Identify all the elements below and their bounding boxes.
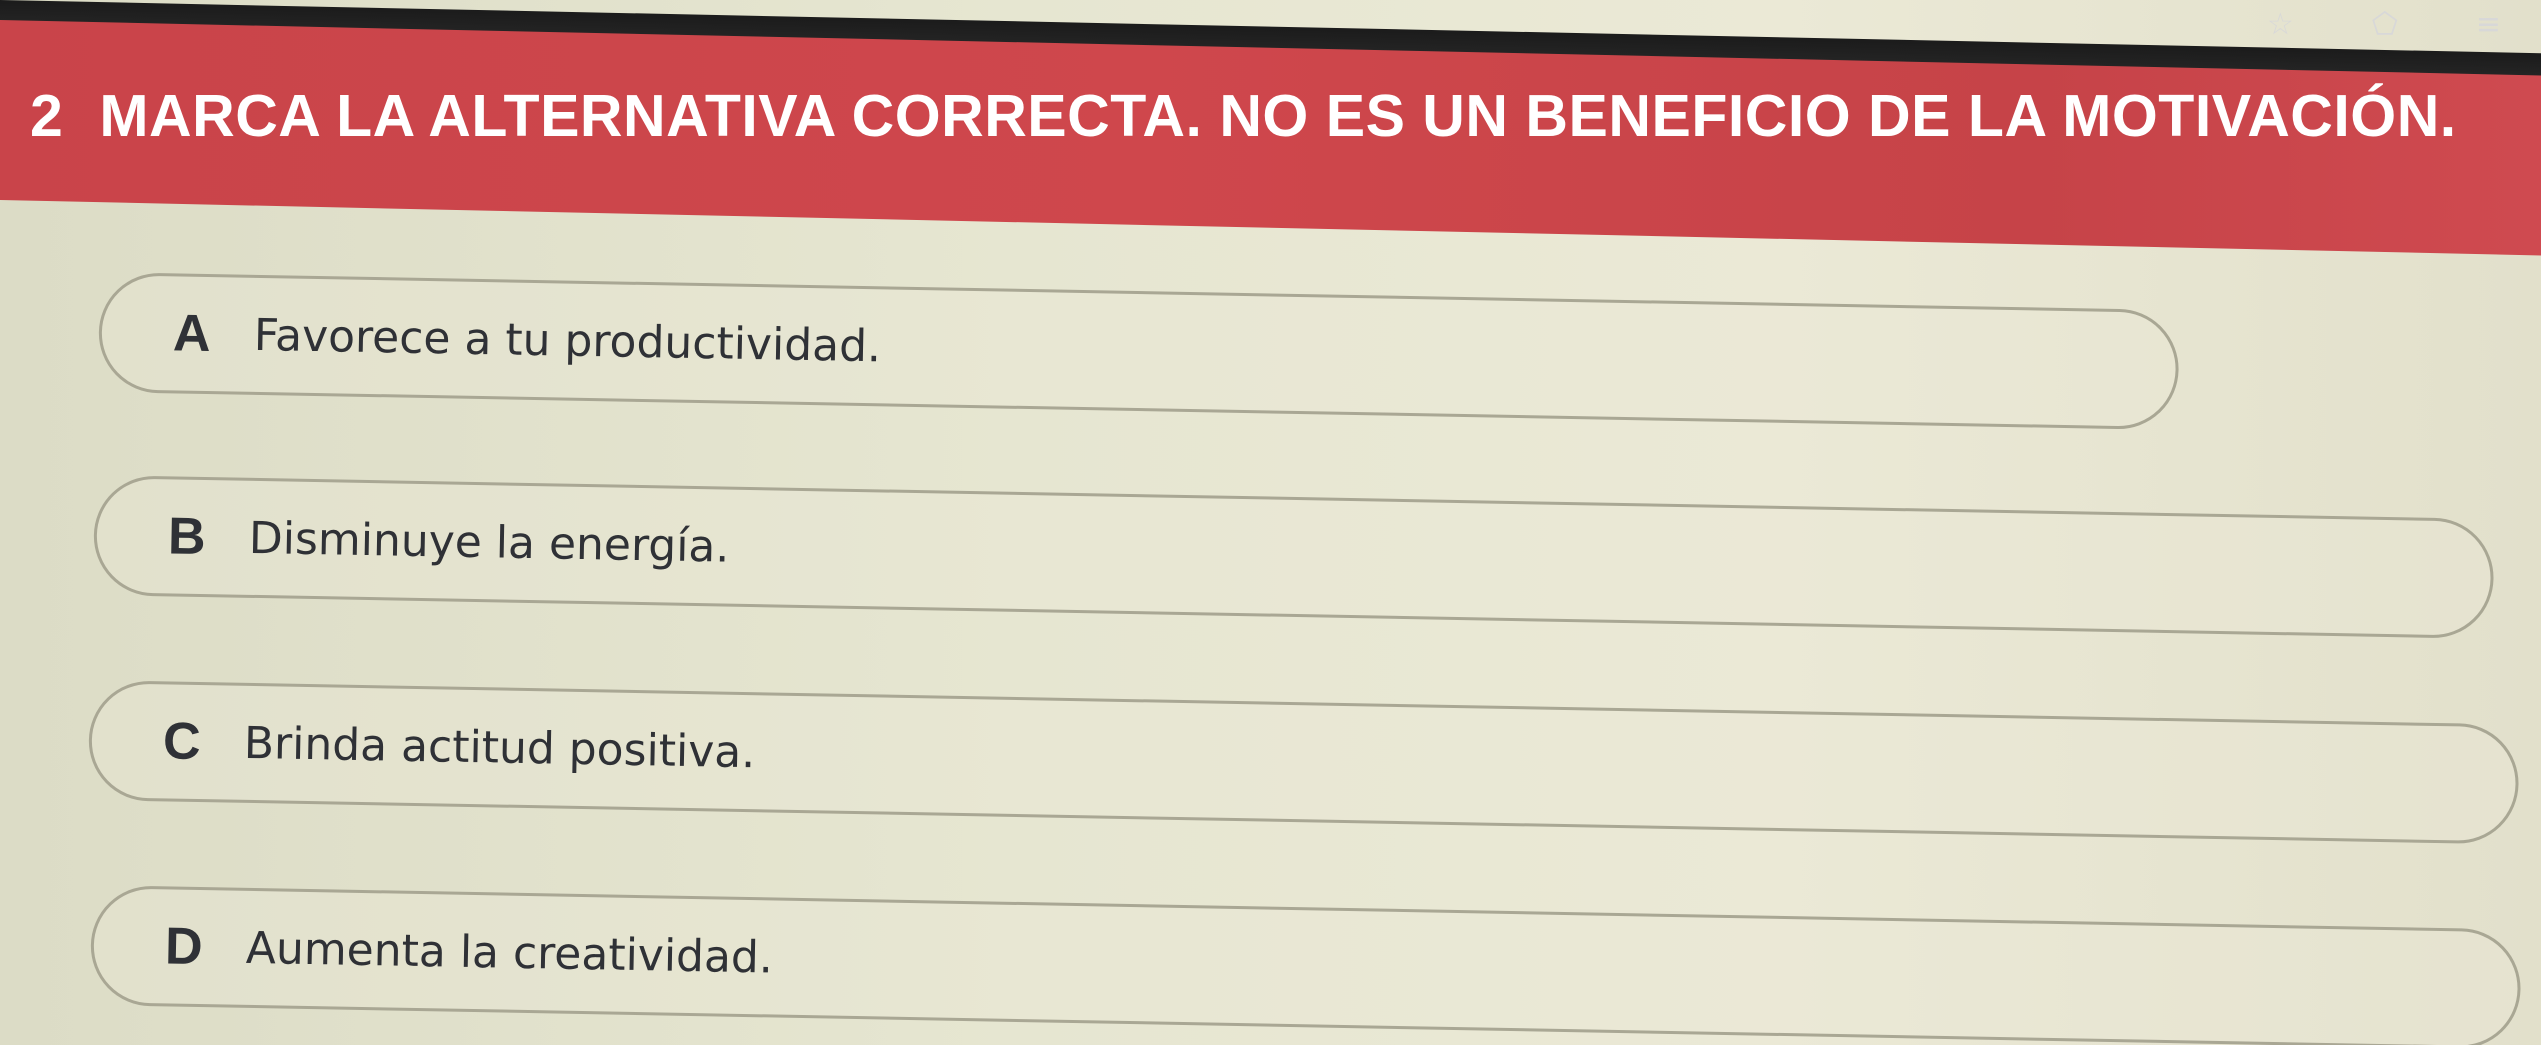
question-number: 2 [30, 83, 64, 149]
option-letter: D [164, 917, 204, 977]
reading-list-icon[interactable]: ≡ [2476, 10, 2501, 40]
extension-icon[interactable]: ⬠ [2372, 10, 2398, 40]
option-letter: B [167, 507, 207, 567]
option-label: Aumenta la creatividad. [245, 922, 774, 983]
option-letter: A [172, 304, 212, 364]
option-c-button[interactable]: C Brinda actitud positiva. [87, 680, 2520, 845]
option-label: Brinda actitud positiva. [243, 717, 756, 778]
option-label: Disminuye la energía. [248, 512, 730, 573]
option-b-button[interactable]: B Disminuye la energía. [92, 475, 2495, 639]
question-prompt: MARCA LA ALTERNATIVA CORRECTA. NO ES UN … [99, 83, 2457, 149]
option-d-button[interactable]: D Aumenta la creatividad. [89, 885, 2522, 1045]
browser-toolbar-icons: ☆ ⬠ ≡ [2267, 4, 2501, 46]
option-letter: C [162, 712, 202, 772]
question-title: 2 MARCA LA ALTERNATIVA CORRECTA. NO ES UN… [30, 82, 2457, 150]
option-label: Favorece a tu productividad. [253, 309, 882, 372]
quiz-page: ☆ ⬠ ≡ 2 MARCA LA ALTERNATIVA CORRECTA. NO… [0, 0, 2541, 1045]
option-a-button[interactable]: A Favorece a tu productividad. [97, 272, 2180, 431]
star-icon[interactable]: ☆ [2267, 10, 2294, 40]
